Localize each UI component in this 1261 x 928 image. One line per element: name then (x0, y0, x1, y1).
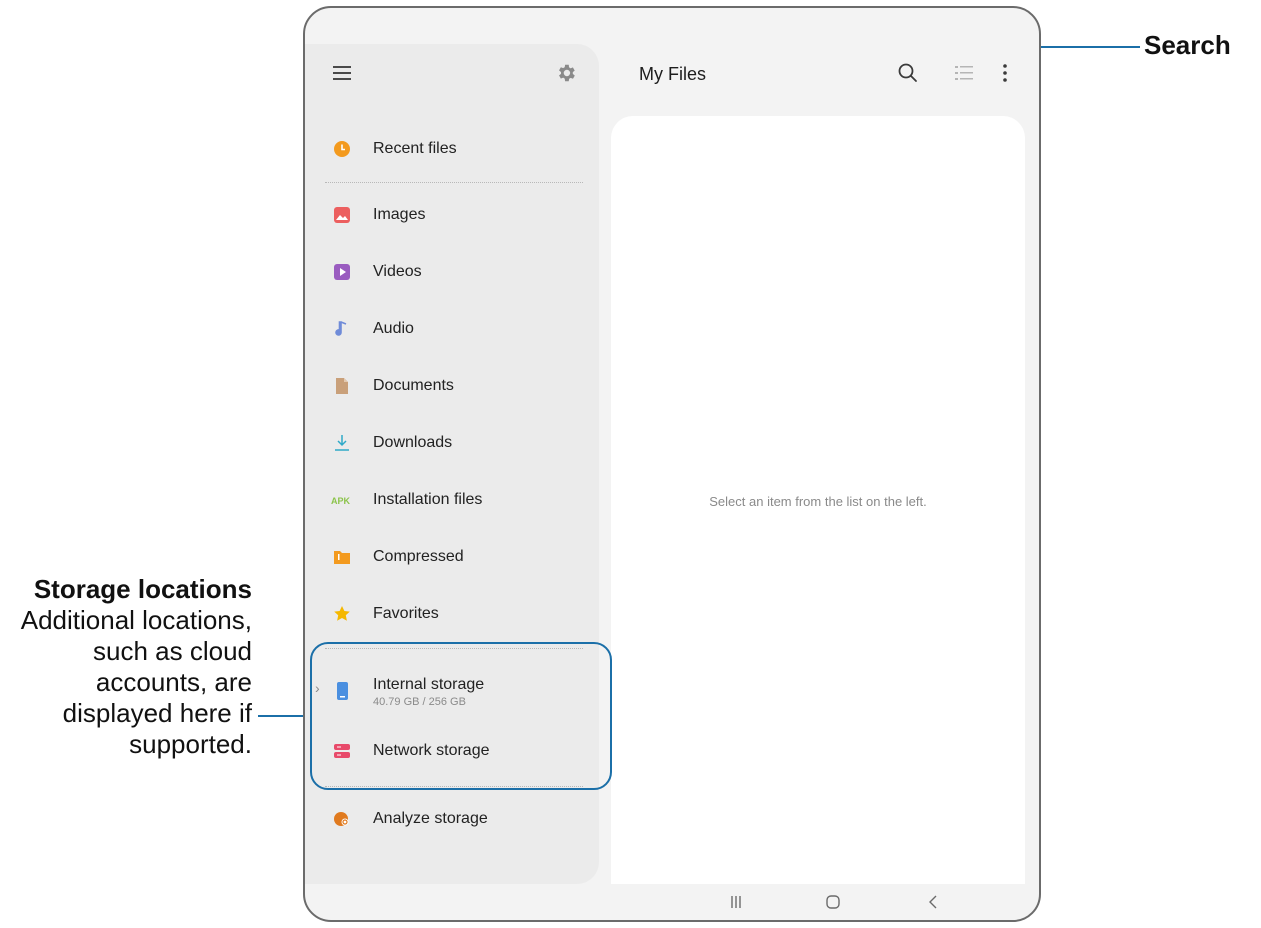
video-icon (334, 264, 350, 280)
nav-item-label: Videos (373, 263, 422, 280)
music-note-icon (335, 321, 347, 336)
nav-item-label: Compressed (373, 548, 464, 565)
empty-state-message: Select an item from the list on the left… (709, 494, 927, 509)
hamburger-menu-icon[interactable] (333, 66, 351, 84)
nav-item-label: Favorites (373, 605, 439, 622)
nav-item-downloads[interactable]: Downloads (305, 424, 599, 464)
analyze-storage-icon (334, 812, 349, 826)
nav-item-audio[interactable]: Audio (305, 310, 599, 350)
storage-callout-title: Storage locations (33, 574, 252, 604)
nav-item-label: Recent files (373, 140, 457, 157)
page-title: My Files (639, 64, 706, 84)
document-icon (336, 378, 348, 394)
svg-text:APK: APK (331, 496, 351, 506)
nav-item-compressed[interactable]: Compressed (305, 538, 599, 578)
nav-item-videos[interactable]: Videos (305, 253, 599, 293)
divider (325, 182, 583, 183)
storage-locations-highlight (310, 642, 612, 790)
nav-item-images[interactable]: Images (305, 196, 599, 236)
star-icon (334, 606, 350, 621)
gear-icon[interactable] (555, 62, 577, 84)
nav-item-analyze-storage[interactable]: Analyze storage (305, 800, 599, 840)
nav-item-recent-files[interactable]: Recent files (305, 130, 599, 170)
apk-icon: APK (331, 496, 351, 506)
search-icon[interactable] (895, 60, 921, 86)
system-navigation-bar (305, 884, 1039, 920)
zip-folder-icon (334, 551, 350, 564)
nav-item-label: Downloads (373, 434, 453, 451)
back-icon[interactable] (927, 894, 939, 910)
search-callout-label: Search (1144, 30, 1231, 60)
nav-item-label: Documents (373, 377, 454, 394)
image-icon (334, 207, 350, 223)
list-view-icon[interactable] (953, 62, 975, 84)
nav-item-label: Analyze storage (373, 810, 488, 827)
home-icon[interactable] (825, 894, 841, 910)
nav-item-documents[interactable]: Documents (305, 367, 599, 407)
storage-callout-description: Additional locations, such as cloud acco… (20, 605, 252, 759)
nav-item-label: Installation files (373, 491, 483, 508)
storage-callout: Storage locations Additional locations, … (0, 574, 252, 760)
more-options-icon[interactable] (995, 62, 1015, 84)
recents-icon[interactable] (729, 894, 743, 910)
clock-icon (334, 141, 350, 157)
nav-item-installation-files[interactable]: APK Installation files (305, 481, 599, 521)
nav-item-favorites[interactable]: Favorites (305, 595, 599, 635)
nav-item-label: Images (373, 206, 426, 223)
nav-item-label: Audio (373, 320, 414, 337)
download-icon (335, 435, 349, 451)
